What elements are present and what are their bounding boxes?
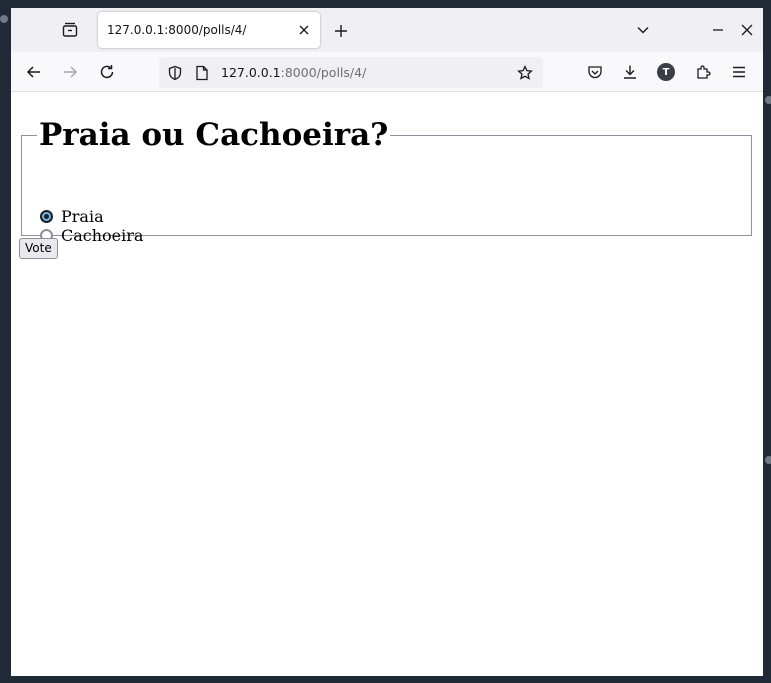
plus-icon[interactable] (330, 20, 352, 42)
tab-active[interactable]: 127.0.0.1:8000/polls/4/ (98, 12, 320, 48)
tab-overview-icon[interactable] (60, 20, 80, 40)
background-dot (765, 96, 771, 104)
choice-cachoeira-label[interactable]: Cachoeira (61, 226, 143, 245)
navigation-toolbar: 127.0.0.1:8000/polls/4/ T (11, 52, 763, 92)
tab-strip: 127.0.0.1:8000/polls/4/ (11, 8, 763, 52)
star-icon[interactable] (515, 63, 535, 83)
forward-arrow-icon[interactable] (60, 62, 80, 82)
shield-icon[interactable] (165, 63, 185, 83)
poll-question: Praia ou Cachoeira? (39, 117, 389, 153)
hamburger-menu-icon[interactable] (729, 62, 749, 82)
tab-close-icon[interactable] (295, 21, 313, 39)
url-bar[interactable]: 127.0.0.1:8000/polls/4/ (159, 57, 543, 88)
choice-praia-label[interactable]: Praia (61, 207, 104, 226)
puzzle-icon[interactable] (693, 62, 713, 82)
vote-button[interactable]: Vote (19, 238, 58, 259)
chevron-down-icon[interactable] (633, 20, 653, 40)
browser-window: 127.0.0.1:8000/polls/4/ 127.0.0.1:8000/p… (11, 8, 763, 676)
url-path: :8000/polls/4/ (280, 65, 367, 80)
reload-icon[interactable] (97, 62, 117, 82)
choice-praia[interactable]: Praia (40, 206, 104, 226)
back-arrow-icon[interactable] (24, 62, 44, 82)
page-icon[interactable] (192, 63, 212, 83)
url-text[interactable]: 127.0.0.1:8000/polls/4/ (221, 57, 366, 88)
download-icon[interactable] (620, 62, 640, 82)
account-icon[interactable]: T (656, 62, 676, 82)
tab-title: 127.0.0.1:8000/polls/4/ (107, 23, 247, 37)
page-content: Praia ou Cachoeira? Praia Cachoeira Vote (11, 93, 763, 676)
choice-praia-radio[interactable] (40, 209, 53, 223)
url-host: 127.0.0.1 (221, 65, 281, 80)
account-avatar: T (657, 63, 675, 81)
background-dot (765, 456, 771, 464)
minimize-icon[interactable] (708, 20, 728, 40)
background-dot (0, 15, 8, 23)
pocket-icon[interactable] (585, 62, 605, 82)
close-icon[interactable] (737, 20, 757, 40)
poll-fieldset: Praia ou Cachoeira? Praia Cachoeira (21, 117, 752, 245)
